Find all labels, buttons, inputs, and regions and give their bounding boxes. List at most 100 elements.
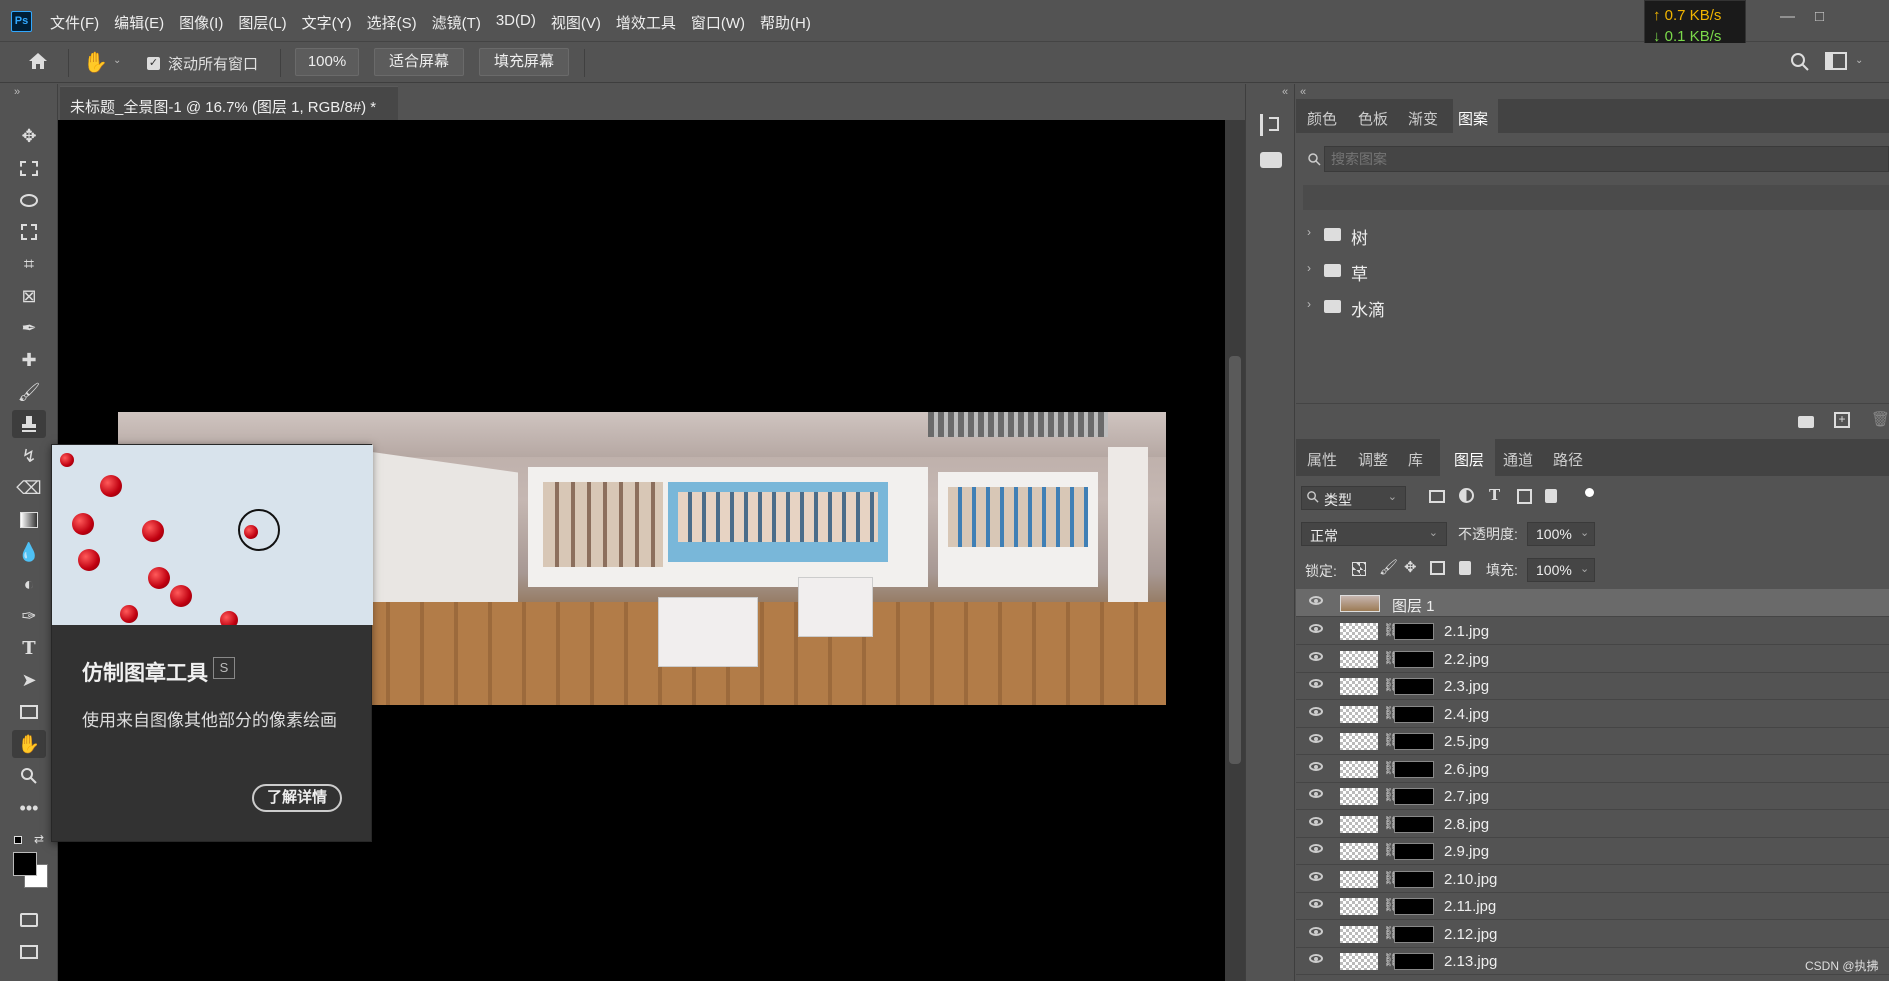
collapse-icon[interactable]: «: [1282, 86, 1288, 98]
swap-colors-icon[interactable]: ⇄: [34, 832, 44, 846]
menu-item[interactable]: 图层(L): [238, 12, 286, 33]
layer-row[interactable]: ⛓ 2.10.jpg: [1296, 865, 1889, 893]
tab-paths[interactable]: 路径: [1553, 449, 1583, 470]
pixel-filter-icon[interactable]: [1429, 490, 1445, 503]
visibility-eye-icon[interactable]: [1309, 651, 1323, 661]
lasso-tool-icon[interactable]: [12, 186, 46, 214]
menu-item[interactable]: 图像(I): [179, 12, 223, 33]
filter-toggle-icon[interactable]: [1585, 488, 1594, 497]
tab-adjustments[interactable]: 调整: [1358, 449, 1388, 470]
tab-libraries[interactable]: 库: [1408, 449, 1423, 470]
frame-tool-icon[interactable]: ⊠: [12, 282, 46, 310]
layer-row[interactable]: ⛓ 2.6.jpg: [1296, 755, 1889, 783]
visibility-eye-icon[interactable]: [1309, 954, 1323, 963]
move-tool-icon[interactable]: ✥: [12, 122, 46, 150]
layer-mask-thumbnail[interactable]: [1394, 898, 1434, 915]
menu-item[interactable]: 帮助(H): [760, 12, 811, 33]
menu-item[interactable]: 文件(F): [50, 12, 99, 33]
tab-color[interactable]: 颜色: [1307, 108, 1337, 129]
marquee-tool-icon[interactable]: [12, 154, 46, 182]
workspace-icon[interactable]: [1825, 52, 1847, 70]
hand-tool-icon[interactable]: ✋: [12, 730, 46, 758]
zoom-tool-icon[interactable]: [12, 762, 46, 790]
tab-layers[interactable]: 图层: [1454, 449, 1484, 470]
chevron-down-icon[interactable]: ⌄: [1580, 562, 1589, 575]
gradient-tool-icon[interactable]: [12, 506, 46, 534]
visibility-eye-icon[interactable]: [1309, 734, 1323, 743]
default-colors-icon[interactable]: [14, 836, 22, 844]
menu-item[interactable]: 窗口(W): [691, 12, 745, 33]
layer-row[interactable]: ⛓ 2.5.jpg: [1296, 727, 1889, 755]
layer-mask-thumbnail[interactable]: [1394, 870, 1434, 888]
quick-mask-icon[interactable]: [12, 906, 46, 934]
maximize-button[interactable]: □: [1815, 8, 1824, 25]
rectangle-tool-icon[interactable]: [12, 698, 46, 726]
pattern-folder-trees[interactable]: › 树: [1296, 218, 1889, 252]
visibility-eye-icon[interactable]: [1309, 706, 1323, 716]
scrollbar-thumb[interactable]: [1229, 356, 1241, 764]
collapse-icon[interactable]: «: [1300, 86, 1306, 98]
visibility-eye-icon[interactable]: [1309, 761, 1323, 771]
menu-item[interactable]: 选择(S): [367, 12, 417, 33]
layer-row[interactable]: ⛓ 2.2.jpg: [1296, 645, 1889, 673]
trash-icon[interactable]: 🗑: [1871, 410, 1889, 428]
scroll-all-checkbox[interactable]: ✓: [147, 57, 160, 70]
layer-row[interactable]: ⛓ 2.11.jpg: [1296, 892, 1889, 920]
layer-mask-thumbnail[interactable]: [1394, 678, 1434, 695]
lock-all-icon[interactable]: [1459, 561, 1471, 575]
layer-mask-thumbnail[interactable]: [1394, 733, 1434, 750]
clone-stamp-tool-icon[interactable]: [12, 410, 46, 438]
chevron-down-icon[interactable]: ⌄: [1580, 526, 1589, 539]
layer-row[interactable]: ⛓ 2.8.jpg: [1296, 810, 1889, 838]
layer-mask-thumbnail[interactable]: [1394, 760, 1434, 778]
type-tool-icon[interactable]: T: [12, 634, 46, 662]
crop-tool-icon[interactable]: ⌗: [12, 250, 46, 278]
new-pattern-icon[interactable]: +: [1834, 412, 1850, 428]
layer-mask-thumbnail[interactable]: [1394, 650, 1434, 668]
lock-pixels-icon[interactable]: 🖌: [1379, 558, 1398, 576]
dodge-tool-icon[interactable]: ◐: [12, 570, 46, 598]
visibility-eye-icon[interactable]: [1309, 844, 1323, 853]
more-tools-icon[interactable]: •••: [12, 794, 46, 822]
history-brush-tool-icon[interactable]: ↯: [12, 442, 46, 470]
blur-tool-icon[interactable]: 💧: [12, 538, 46, 566]
history-panel-icon[interactable]: [1260, 114, 1282, 136]
object-selection-tool-icon[interactable]: [12, 218, 46, 246]
visibility-eye-icon[interactable]: [1309, 624, 1323, 633]
lock-artboard-icon[interactable]: [1430, 561, 1445, 575]
lock-position-icon[interactable]: ✥: [1404, 558, 1417, 576]
menu-item[interactable]: 3D(D): [496, 12, 536, 33]
minimize-button[interactable]: —: [1780, 8, 1795, 25]
eyedropper-tool-icon[interactable]: ✒: [12, 314, 46, 342]
layer-mask-thumbnail[interactable]: [1394, 788, 1434, 805]
layer-row[interactable]: ⛓ 2.9.jpg: [1296, 837, 1889, 865]
pattern-folder-water[interactable]: › 水滴: [1296, 290, 1889, 324]
pattern-folder-grass[interactable]: › 草: [1296, 254, 1889, 288]
tab-swatches[interactable]: 色板: [1358, 108, 1388, 129]
layer-row[interactable]: ⛓ 2.3.jpg: [1296, 672, 1889, 700]
menu-item[interactable]: 文字(Y): [302, 12, 352, 33]
learn-more-button[interactable]: 了解详情: [252, 784, 342, 812]
visibility-eye-icon[interactable]: [1309, 816, 1323, 826]
search-icon[interactable]: [1788, 50, 1812, 78]
layer-row[interactable]: ⛓ 2.1.jpg: [1296, 617, 1889, 645]
layer-mask-thumbnail[interactable]: [1394, 815, 1434, 833]
home-icon[interactable]: [26, 49, 56, 77]
tab-gradients[interactable]: 渐变: [1408, 108, 1438, 129]
collapse-icon[interactable]: »: [14, 86, 20, 98]
layer-mask-thumbnail[interactable]: [1394, 623, 1434, 640]
hand-tool-icon[interactable]: ✋: [83, 50, 108, 75]
layer-row[interactable]: ⛓ 2.12.jpg: [1296, 920, 1889, 948]
visibility-eye-icon[interactable]: [1309, 789, 1323, 798]
layer-row-selected[interactable]: 图层 1: [1296, 589, 1889, 617]
visibility-eye-icon[interactable]: [1309, 679, 1323, 688]
fit-screen-button[interactable]: 适合屏幕: [374, 48, 464, 76]
tab-properties[interactable]: 属性: [1307, 449, 1337, 470]
tab-patterns[interactable]: 图案: [1458, 108, 1488, 129]
path-selection-tool-icon[interactable]: ➤: [12, 666, 46, 694]
layer-mask-thumbnail[interactable]: [1394, 953, 1434, 970]
visibility-eye-icon[interactable]: [1309, 926, 1323, 936]
layer-mask-thumbnail[interactable]: [1394, 705, 1434, 723]
document-tab[interactable]: 未标题_全景图-1 @ 16.7% (图层 1, RGB/8#) * ×: [60, 86, 398, 134]
chevron-down-icon[interactable]: ⌄: [1855, 55, 1863, 66]
